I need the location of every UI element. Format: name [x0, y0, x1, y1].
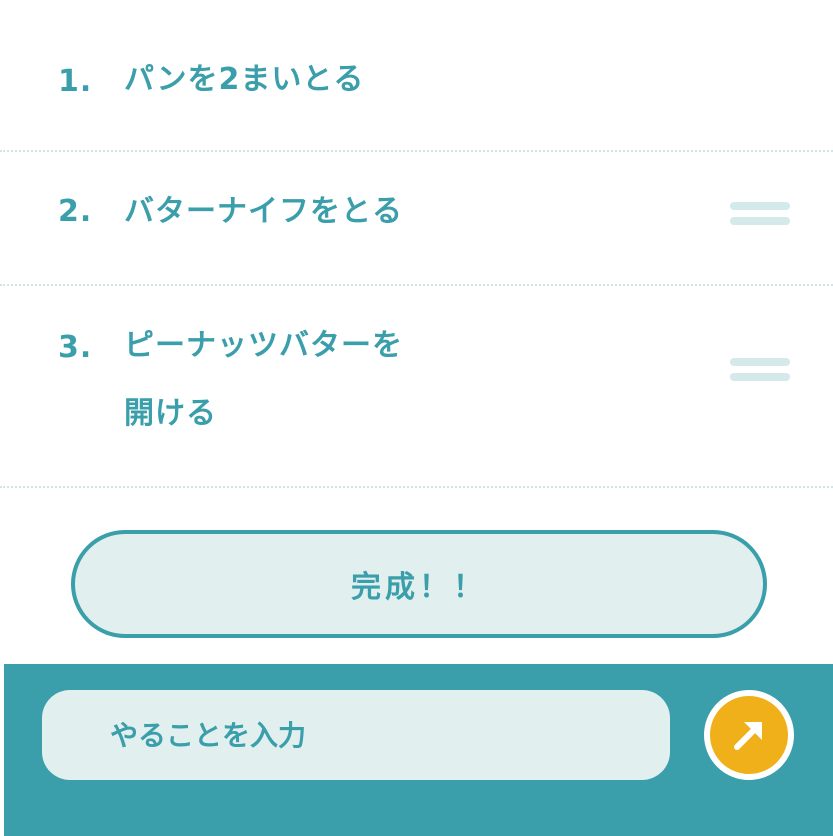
- arrow-up-right-icon: [734, 722, 762, 750]
- drag-handle-bar: [730, 217, 790, 225]
- input-bar: [4, 664, 833, 836]
- task-row[interactable]: 2. バターナイフをとる: [0, 152, 833, 286]
- drag-handle-icon[interactable]: [730, 202, 790, 226]
- task-list: 1. パンを2まいとる 2. バターナイフをとる 3. ピーナッツバターを開ける: [0, 0, 833, 488]
- task-number: 1.: [58, 64, 93, 99]
- task-number: 3.: [58, 330, 93, 365]
- complete-button[interactable]: 完成！！: [71, 530, 767, 638]
- drag-handle-bar: [730, 358, 790, 366]
- task-number: 2.: [58, 194, 93, 229]
- task-input[interactable]: [42, 690, 670, 780]
- todo-screen: 1. パンを2まいとる 2. バターナイフをとる 3. ピーナッツバターを開ける…: [0, 0, 833, 836]
- drag-handle-bar: [730, 202, 790, 210]
- task-text: パンを2まいとる: [124, 62, 365, 97]
- drag-handle-bar: [730, 373, 790, 381]
- task-text: バターナイフをとる: [124, 194, 403, 229]
- drag-handle-icon[interactable]: [730, 358, 790, 382]
- task-row[interactable]: 1. パンを2まいとる: [0, 0, 833, 152]
- task-text: ピーナッツバターを開ける: [124, 328, 403, 431]
- submit-button[interactable]: [704, 690, 794, 780]
- task-row[interactable]: 3. ピーナッツバターを開ける: [0, 286, 833, 488]
